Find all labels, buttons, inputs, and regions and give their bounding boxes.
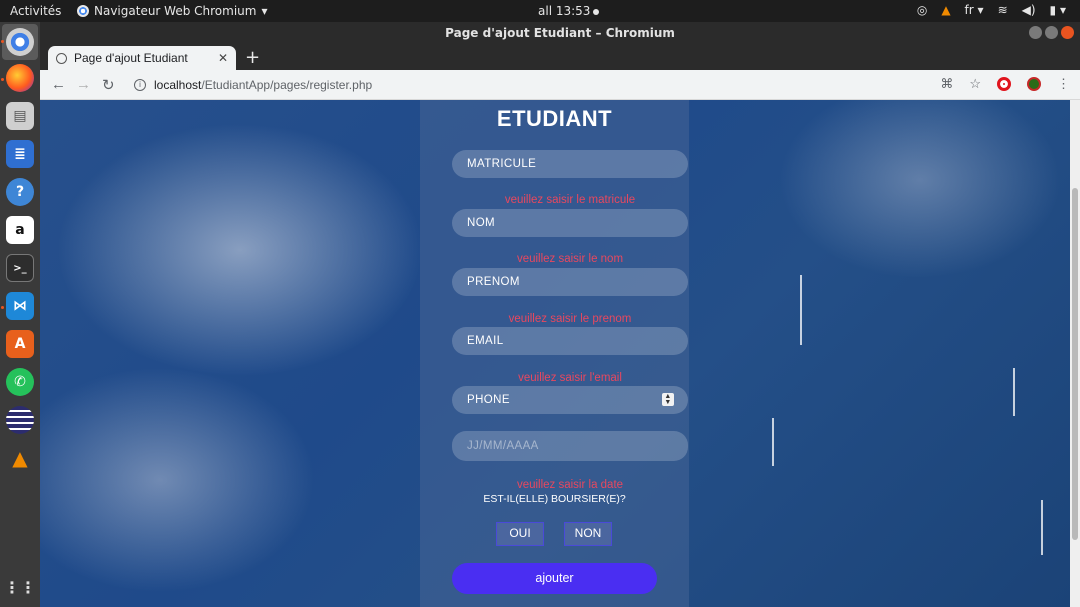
form-title: ETUDIANT — [496, 106, 613, 131]
url-path: /EtudiantApp/pages/register.php — [201, 78, 373, 92]
tab-strip: Page d'ajout Etudiant ✕ + — [40, 44, 1080, 70]
whatsapp-dock-icon[interactable]: ✆ — [6, 368, 34, 396]
dock: ▤ ≣ ? a >_ ⋈ A ✆ ▲ ⋮⋮ — [0, 22, 40, 607]
help-dock-icon[interactable]: ? — [6, 178, 34, 206]
eclipse-dock-icon[interactable] — [6, 406, 34, 434]
phone-input-text: PHONE — [467, 394, 510, 406]
tab-register[interactable]: Page d'ajout Etudiant ✕ — [48, 46, 236, 70]
close-tab-icon[interactable]: ✕ — [218, 51, 228, 65]
matricule-input[interactable]: MATRICULE — [452, 150, 688, 178]
clock-text: all 13:53 — [538, 4, 591, 18]
language-indicator[interactable]: fr ▾ — [965, 3, 984, 17]
dock-running-indicator — [1, 306, 4, 309]
translate-icon[interactable]: ⌘ — [940, 76, 953, 92]
number-spinner-icon[interactable]: ▲ ▼ — [662, 393, 674, 406]
oui-button[interactable]: OUI — [496, 522, 544, 546]
window-title-bar[interactable]: Page d'ajout Etudiant – Chromium — [40, 22, 1080, 44]
dock-running-indicator — [1, 78, 4, 81]
bookmark-star-icon[interactable]: ☆ — [969, 76, 981, 92]
nom-input[interactable]: NOM — [452, 209, 688, 237]
software-center-dock-icon[interactable]: A — [6, 330, 34, 358]
maximize-button[interactable] — [1045, 26, 1058, 39]
prenom-input[interactable]: PRENOM — [452, 268, 688, 296]
page-scrollbar[interactable] — [1070, 100, 1080, 607]
language-text: fr — [964, 3, 974, 17]
app-menu[interactable]: Navigateur Web Chromium ▾ — [77, 4, 268, 18]
tab-title: Page d'ajout Etudiant — [74, 51, 188, 65]
wifi-icon[interactable]: ≋ — [998, 3, 1008, 17]
prenom-error: veuillez saisir le prenom — [508, 313, 632, 325]
non-button[interactable]: NON — [564, 522, 612, 546]
address-bar[interactable]: i localhost/EtudiantApp/pages/register.p… — [134, 74, 372, 96]
dock-running-indicator — [1, 40, 4, 43]
firefox-dock-icon[interactable] — [6, 64, 34, 92]
chevron-down-icon: ▾ — [261, 4, 268, 18]
whatsapp-tray-icon[interactable]: ◎ — [917, 3, 927, 17]
background-turbine — [800, 275, 802, 345]
boursier-question: EST-IL(ELLE) BOURSIER(E)? — [483, 493, 626, 505]
background-turbine — [1013, 368, 1015, 416]
volume-icon[interactable]: ◀) — [1022, 3, 1036, 17]
vlc-tray-icon[interactable]: ▲ — [941, 3, 950, 17]
scrollbar-thumb[interactable] — [1072, 188, 1078, 540]
back-button[interactable]: ← — [51, 76, 66, 93]
menu-kebab-icon[interactable]: ⋮ — [1057, 76, 1070, 92]
notification-dot — [593, 8, 600, 15]
adblock-extension-icon[interactable] — [997, 77, 1011, 91]
system-tray: ◎ ▲ fr ▾ ≋ ◀) ▮ ▾ — [917, 3, 1066, 17]
new-tab-button[interactable]: + — [245, 47, 260, 68]
toolbar-actions: ⌘ ☆ ⋮ — [940, 76, 1070, 92]
window-title: Page d'ajout Etudiant – Chromium — [445, 26, 675, 40]
vscode-dock-icon[interactable]: ⋈ — [6, 292, 34, 320]
background-turbine — [1041, 500, 1043, 555]
chromium-dock-icon[interactable] — [6, 28, 34, 56]
minimize-button[interactable] — [1029, 26, 1042, 39]
window-controls — [1029, 26, 1074, 39]
email-error: veuillez saisir l'email — [518, 372, 622, 384]
ajouter-button[interactable]: ajouter — [452, 563, 657, 594]
show-applications-icon[interactable]: ⋮⋮ — [4, 573, 36, 601]
writer-dock-icon[interactable]: ≣ — [6, 140, 34, 168]
page-viewport: ETUDIANT MATRICULE veuillez saisir le ma… — [40, 100, 1070, 607]
phone-input[interactable]: PHONE ▲ ▼ — [452, 386, 688, 414]
app-name: Navigateur Web Chromium — [94, 4, 257, 18]
nom-error: veuillez saisir le nom — [516, 253, 624, 265]
terminal-dock-icon[interactable]: >_ — [6, 254, 34, 282]
background-turbine — [772, 418, 774, 466]
system-top-bar: Activités Navigateur Web Chromium ▾ all … — [0, 0, 1080, 22]
chromium-icon — [77, 5, 89, 17]
clock[interactable]: all 13:53 — [538, 4, 600, 18]
reload-button[interactable]: ↻ — [102, 76, 115, 94]
register-form-panel: ETUDIANT MATRICULE veuillez saisir le ma… — [420, 100, 689, 607]
battery-icon[interactable]: ▮ ▾ — [1050, 3, 1066, 17]
globe-icon — [56, 52, 67, 64]
extension-icon[interactable] — [1027, 77, 1041, 91]
matricule-error: veuillez saisir le matricule — [504, 194, 636, 206]
activities-button[interactable]: Activités — [10, 4, 61, 18]
vlc-dock-icon[interactable]: ▲ — [6, 444, 34, 472]
files-dock-icon[interactable]: ▤ — [6, 102, 34, 130]
browser-toolbar: ← → ↻ i localhost/EtudiantApp/pages/regi… — [40, 70, 1080, 100]
date-error: veuillez saisir la date — [516, 479, 624, 491]
info-icon[interactable]: i — [134, 79, 146, 91]
date-input[interactable]: JJ/MM/AAAA — [452, 431, 688, 461]
close-window-button[interactable] — [1061, 26, 1074, 39]
email-input[interactable]: EMAIL — [452, 327, 688, 355]
amazon-dock-icon[interactable]: a — [6, 216, 34, 244]
forward-button[interactable]: → — [76, 76, 91, 93]
url-host: localhost — [154, 78, 202, 92]
